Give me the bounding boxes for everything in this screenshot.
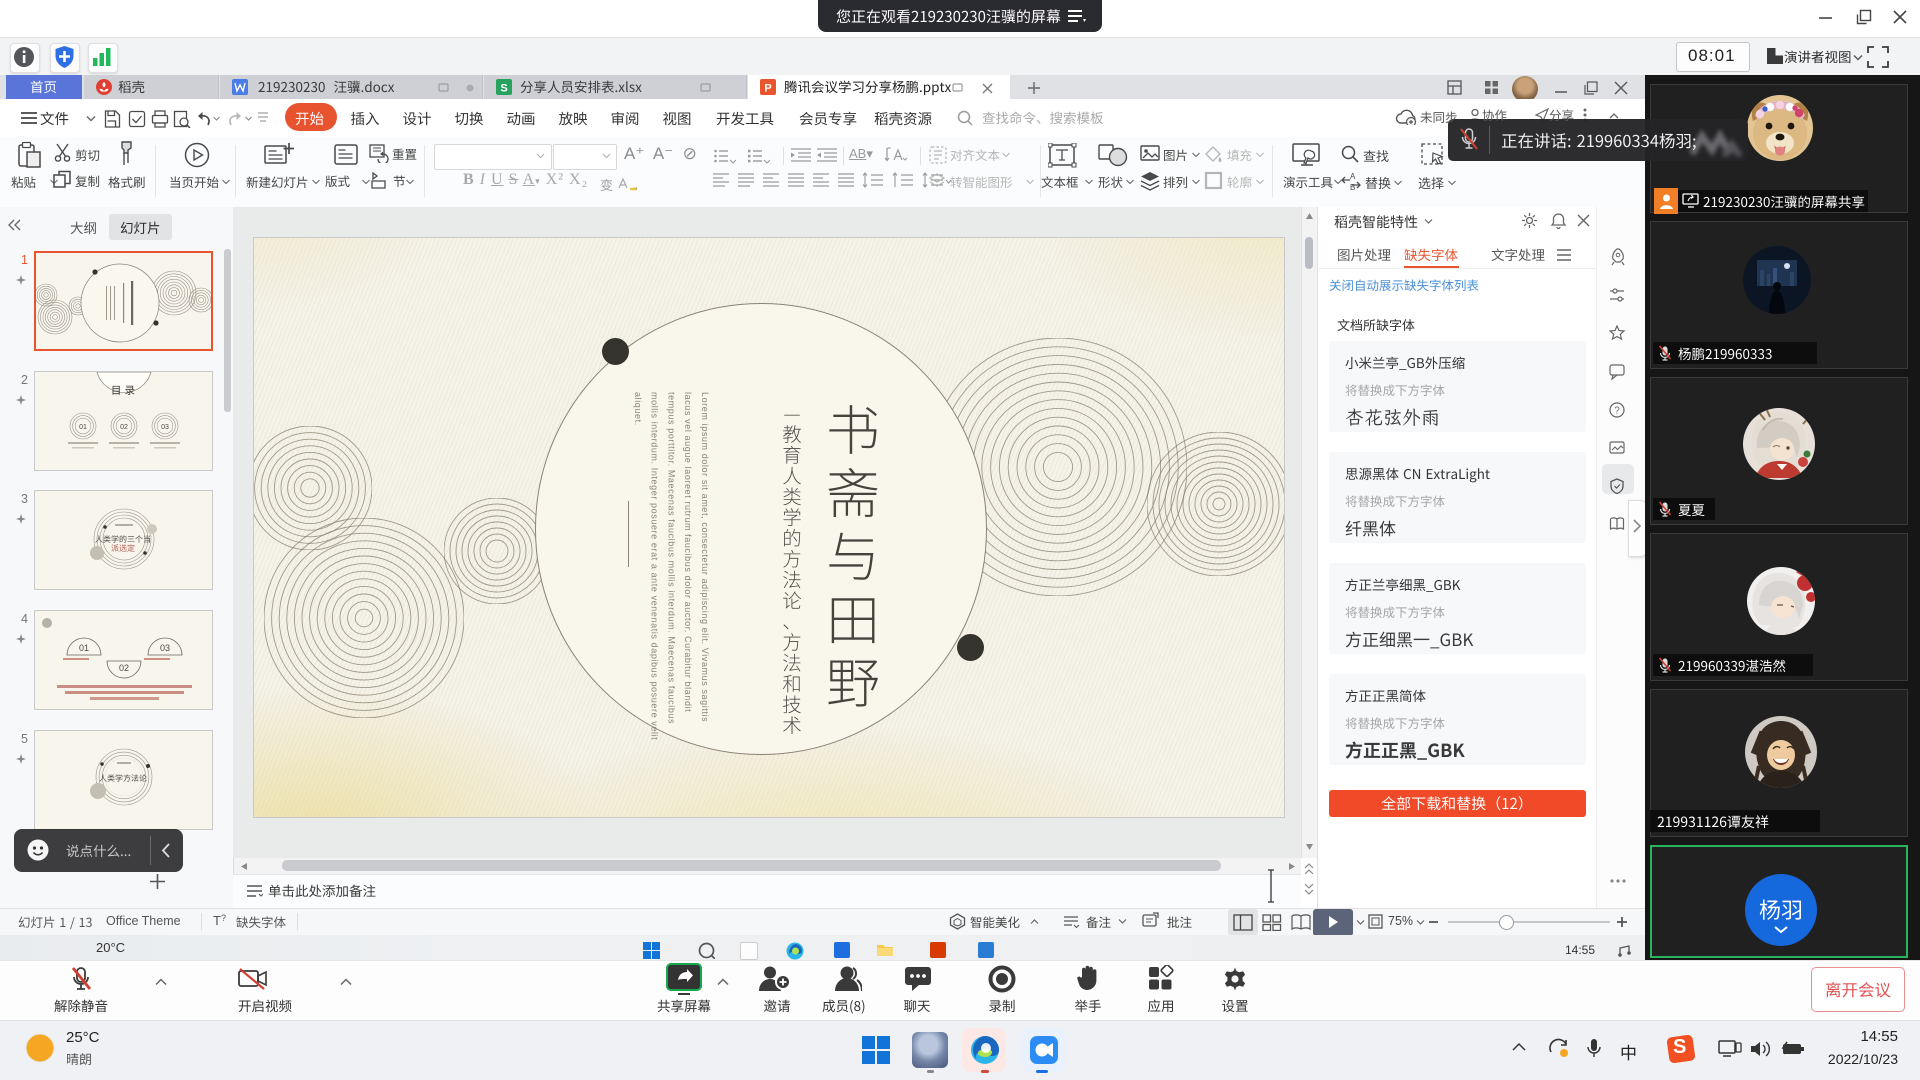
svg-text:A: A bbox=[1350, 172, 1356, 181]
svg-text:02: 02 bbox=[119, 663, 129, 673]
svg-text:B: B bbox=[1350, 183, 1355, 191]
svg-text:S: S bbox=[500, 83, 507, 95]
svg-text:P: P bbox=[764, 83, 771, 95]
svg-text:02: 02 bbox=[120, 424, 128, 431]
svg-text:01: 01 bbox=[79, 424, 87, 431]
svg-text:01: 01 bbox=[79, 643, 89, 653]
svg-text:03: 03 bbox=[160, 643, 170, 653]
svg-text:03: 03 bbox=[161, 424, 169, 431]
svg-text:?: ? bbox=[1614, 406, 1620, 417]
